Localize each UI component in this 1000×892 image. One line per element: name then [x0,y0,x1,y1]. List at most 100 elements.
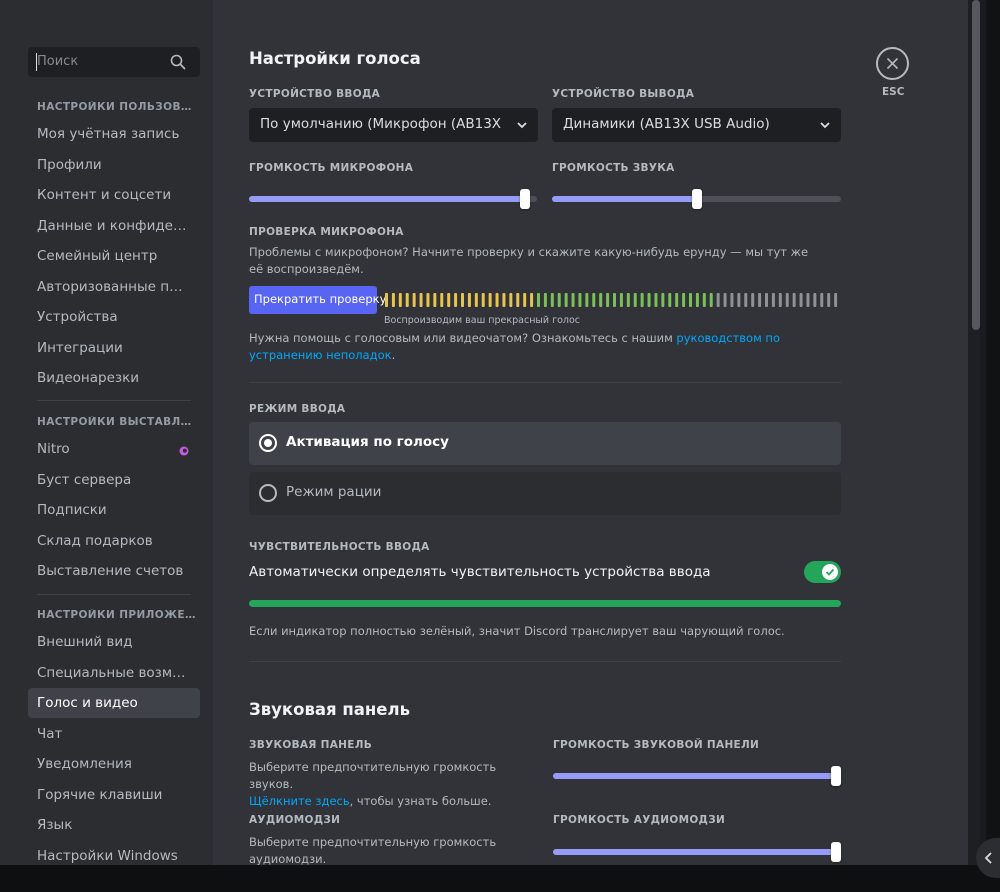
sidebar-item-keybinds[interactable]: Горячие клавиши [28,780,200,810]
meter-tick [709,293,713,307]
page-title: Настройки голоса [249,49,421,68]
radio-label: Активация по голосу [286,434,449,450]
radio-push-to-talk[interactable]: Режим рации [249,472,841,515]
meter-tick [778,293,782,307]
esc-label: ESC [882,86,905,98]
meter-tick [592,293,596,307]
taskbar-strip [0,865,1000,892]
meter-tick [606,293,610,307]
meter-tick [806,293,810,307]
sidebar-item-appearance[interactable]: Внешний вид [28,627,200,657]
output-device-select[interactable]: Динамики (AB13X USB Audio) [552,108,841,142]
input-mode-label: РЕЖИМ ВВОДА [249,403,346,415]
soundboard-title: Звуковая панель [249,700,411,719]
meter-tick [626,293,630,307]
chevron-left-icon [984,852,992,864]
meter-tick [391,293,395,307]
meter-tick [702,293,706,307]
audio-emoji-volume-slider[interactable] [553,842,841,862]
meter-tick [412,293,416,307]
input-device-value: По умолчанию (Микрофон (AB13X USB Audio)… [260,116,505,132]
learn-more-link[interactable]: Щёлкните здесь [249,794,350,808]
sidebar-item-family-center[interactable]: Семейный центр [28,241,200,271]
meter-tick [827,293,831,307]
check-icon [825,568,835,576]
radio-label: Режим рации [286,484,382,500]
search-input[interactable]: Поиск [28,47,200,77]
meter-tick [426,293,430,307]
auto-sensitivity-toggle[interactable] [804,561,841,583]
help-text-end: . [391,348,396,362]
mic-volume-slider[interactable] [249,189,537,209]
meter-tick [447,293,451,307]
help-text: Нужна помощь с голосовым или видеочатом?… [249,330,829,364]
meter-tick [481,293,485,307]
stop-test-button[interactable]: Прекратить проверку [249,286,386,314]
meter-tick [758,293,762,307]
sensitivity-meter [249,600,841,607]
meter-tick [682,293,686,307]
sidebar-item-language[interactable]: Язык [28,810,200,840]
search-icon [170,54,186,70]
slider-handle[interactable] [520,189,530,209]
meter-tick [730,293,734,307]
sidebar-item-devices[interactable]: Устройства [28,302,200,332]
sensitivity-note: Если индикатор полностью зелёный, значит… [249,624,785,638]
meter-tick [737,293,741,307]
sidebar-item-notifications[interactable]: Уведомления [28,749,200,779]
slider-handle[interactable] [692,189,702,209]
meter-tick [550,293,554,307]
sensitivity-label: ЧУВСТВИТЕЛЬНОСТЬ ВВОДА [249,541,430,553]
radio-voice-activity[interactable]: Активация по голосу [249,422,841,465]
audio-emoji-description: Выберите предпочтительную громкость ауди… [249,835,497,866]
sidebar-item-gift-inventory[interactable]: Склад подарков [28,526,200,556]
sidebar-header-app-settings: НАСТРОЙКИ ПРИЛОЖЕНИЯ [37,609,197,621]
sidebar-item-server-boost[interactable]: Буст сервера [28,465,200,495]
meter-tick [433,293,437,307]
sidebar-item-content-social[interactable]: Контент и соцсети [28,180,200,210]
audio-emoji-volume-label: ГРОМКОСТЬ АУДИОМОДЗИ [553,814,726,826]
help-text-start: Нужна помощь с голосовым или видеочатом?… [249,331,677,345]
sidebar-item-profiles[interactable]: Профили [28,150,200,180]
close-button[interactable] [876,47,909,80]
auto-sensitivity-label: Автоматически определять чувствительност… [249,564,711,580]
meter-tick [792,293,796,307]
sidebar-item-integrations[interactable]: Интеграции [28,333,200,363]
soundboard-volume-label: ГРОМКОСТЬ ЗВУКОВОЙ ПАНЕЛИ [553,739,760,751]
sidebar-item-subscriptions[interactable]: Подписки [28,495,200,525]
soundboard-description: Выберите предпочтительную громкость звук… [249,759,539,810]
meter-tick [488,293,492,307]
sidebar-item-my-account[interactable]: Моя учётная запись [28,119,200,149]
meter-tick [661,293,665,307]
slider-handle[interactable] [831,766,841,786]
sidebar-item-data-privacy[interactable]: Данные и конфиденц... [28,211,200,241]
meter-tick [668,293,672,307]
sidebar-item-authorized-apps[interactable]: Авторизованные прил... [28,272,200,302]
meter-tick [419,293,423,307]
sidebar-item-nitro[interactable]: Nitro [28,434,200,464]
sidebar-item-accessibility[interactable]: Специальные возмож... [28,658,200,688]
output-volume-label: ГРОМКОСТЬ ЗВУКА [552,162,675,174]
input-device-select[interactable]: По умолчанию (Микрофон (AB13X USB Audio)… [249,108,538,142]
settings-sidebar: Поиск НАСТРОЙКИ ПОЛЬЗОВАТЕ... Моя учётна… [0,0,213,865]
slider-handle[interactable] [831,842,841,862]
sidebar-item-chat[interactable]: Чат [28,719,200,749]
soundboard-volume-slider[interactable] [553,766,841,786]
audio-emoji-label: АУДИОМОДЗИ [249,814,341,826]
meter-caption: Воспроизводим ваш прекрасный голос [384,315,581,326]
sidebar-item-clips[interactable]: Видеонарезки [28,363,200,393]
output-volume-slider[interactable] [552,189,841,209]
meter-tick [467,293,471,307]
section-divider [249,382,841,383]
meter-tick [744,293,748,307]
sidebar-item-billing[interactable]: Выставление счетов [28,556,200,586]
chevron-down-icon [820,122,830,129]
mic-test-label: ПРОВЕРКА МИКРОФОНА [249,226,404,238]
meter-tick [537,293,540,307]
meter-tick [543,293,547,307]
meter-tick [398,293,402,307]
sidebar-divider [37,400,191,401]
sidebar-item-voice-video[interactable]: Голос и видео [28,688,200,718]
scrollbar-thumb[interactable] [972,0,980,330]
close-icon [886,57,899,70]
